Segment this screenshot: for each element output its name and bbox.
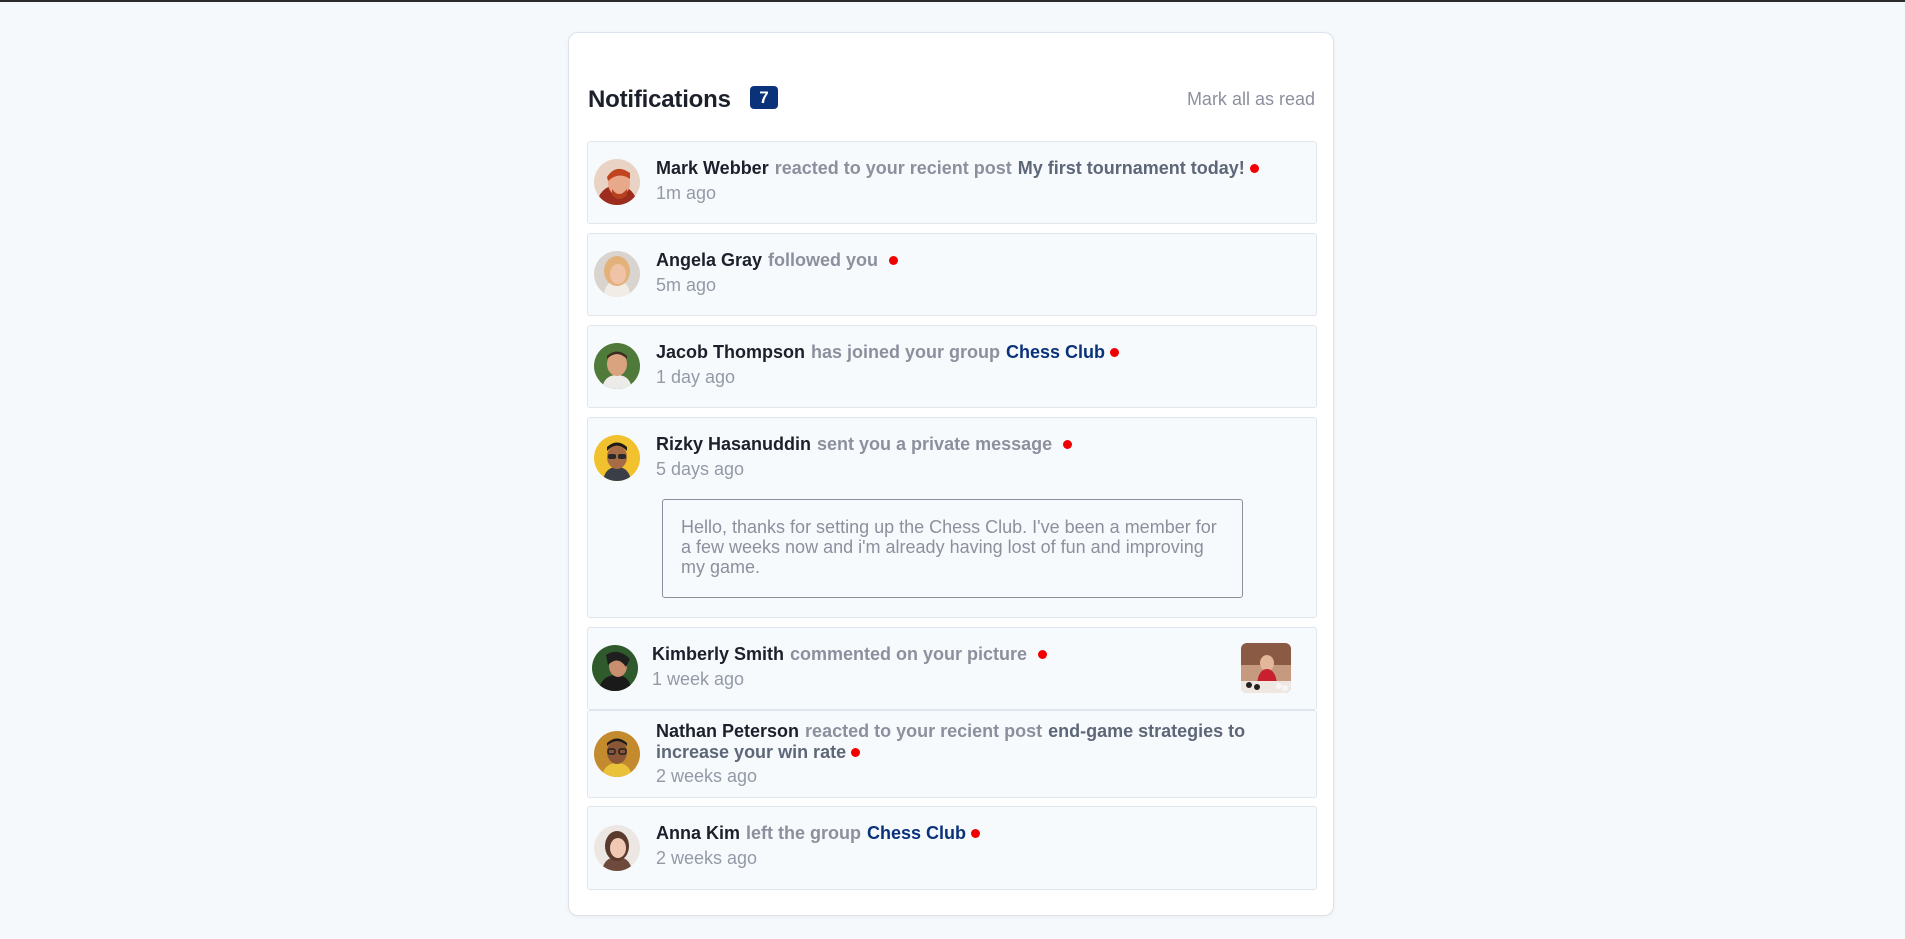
notification-item[interactable]: Angela Gray followed you 5m ago [587, 233, 1317, 316]
unread-dot-icon [1110, 347, 1120, 357]
notification-action: reacted to your recient post [805, 721, 1043, 741]
notification-item[interactable]: Jacob Thompson has joined your group Chess… [587, 325, 1317, 408]
notification-action: left the group [746, 823, 862, 843]
avatar-mark-webber[interactable] [594, 159, 640, 205]
group-link[interactable]: Chess Club [867, 823, 966, 843]
unread-dot-icon [1063, 439, 1073, 449]
page-title: Notifications [588, 86, 731, 113]
notification-item[interactable]: Mark Webber reacted to your recient post M… [587, 141, 1317, 224]
post-link[interactable]: My first tournament today! [1018, 158, 1245, 178]
user-name[interactable]: Nathan Peterson [656, 721, 799, 741]
avatar-nathan-peterson[interactable] [594, 731, 640, 777]
user-name[interactable]: Rizky Hasanuddin [656, 434, 811, 454]
user-name[interactable]: Jacob Thompson [656, 342, 805, 362]
notification-item[interactable]: Nathan Peterson reacted to your recient p… [587, 710, 1317, 798]
notification-action: has joined your group [811, 342, 1001, 362]
notification-text: Anna Kim left the group Chess Club [656, 823, 981, 844]
avatar-rizky-hasanuddin[interactable] [594, 435, 640, 481]
unread-dot-icon [889, 255, 899, 265]
notification-item[interactable]: Anna Kim left the group Chess Club 2 weeks… [587, 806, 1317, 890]
notification-time: 1 week ago [652, 669, 745, 689]
top-border [0, 0, 1905, 2]
user-name[interactable]: Angela Gray [656, 250, 762, 270]
notification-text: Rizky Hasanuddin sent you a private messa… [656, 434, 1073, 455]
avatar-anna-kim[interactable] [594, 825, 640, 871]
notification-time: 5 days ago [656, 459, 745, 479]
notification-time: 1 day ago [656, 367, 736, 387]
user-name[interactable]: Anna Kim [656, 823, 740, 843]
mark-all-read-button[interactable]: Mark all as read [1187, 89, 1315, 110]
notifications-header: Notifications 7 Mark all as read [588, 83, 1315, 115]
notification-time: 5m ago [656, 275, 717, 295]
notification-time: 2 weeks ago [656, 766, 758, 786]
unread-dot-icon [851, 747, 861, 757]
user-name[interactable]: Kimberly Smith [652, 644, 784, 664]
notification-time: 1m ago [656, 183, 717, 203]
notification-text: Mark Webber reacted to your recient post M… [656, 158, 1259, 179]
group-link[interactable]: Chess Club [1006, 342, 1105, 362]
notifications-card: Notifications 7 Mark all as read Mark We… [568, 32, 1334, 916]
commented-picture-thumbnail[interactable] [1241, 643, 1291, 693]
notification-time: 2 weeks ago [656, 848, 758, 868]
notification-text: Nathan Peterson reacted to your recient p… [656, 721, 1296, 763]
unread-count-badge: 7 [750, 86, 778, 109]
notification-action: sent you a private message [817, 434, 1053, 454]
notification-item[interactable]: Rizky Hasanuddin sent you a private messa… [587, 417, 1317, 618]
avatar-jacob-thompson[interactable] [594, 343, 640, 389]
avatar-kimberly-smith[interactable] [592, 645, 638, 691]
unread-dot-icon [1249, 163, 1259, 173]
notification-item[interactable]: Kimberly Smith commented on your picture … [587, 627, 1317, 710]
notification-action: commented on your picture [790, 644, 1028, 664]
avatar-angela-gray[interactable] [594, 251, 640, 297]
notification-text: Jacob Thompson has joined your group Chess… [656, 342, 1120, 363]
unread-dot-icon [971, 828, 981, 838]
notification-text: Angela Gray followed you [656, 250, 899, 271]
private-message-preview[interactable]: Hello, thanks for setting up the Chess C… [662, 499, 1243, 598]
user-name[interactable]: Mark Webber [656, 158, 769, 178]
unread-dot-icon [1038, 649, 1048, 659]
notification-action: followed you [768, 250, 879, 270]
notification-text: Kimberly Smith commented on your picture [652, 644, 1048, 665]
notification-action: reacted to your recient post [774, 158, 1012, 178]
